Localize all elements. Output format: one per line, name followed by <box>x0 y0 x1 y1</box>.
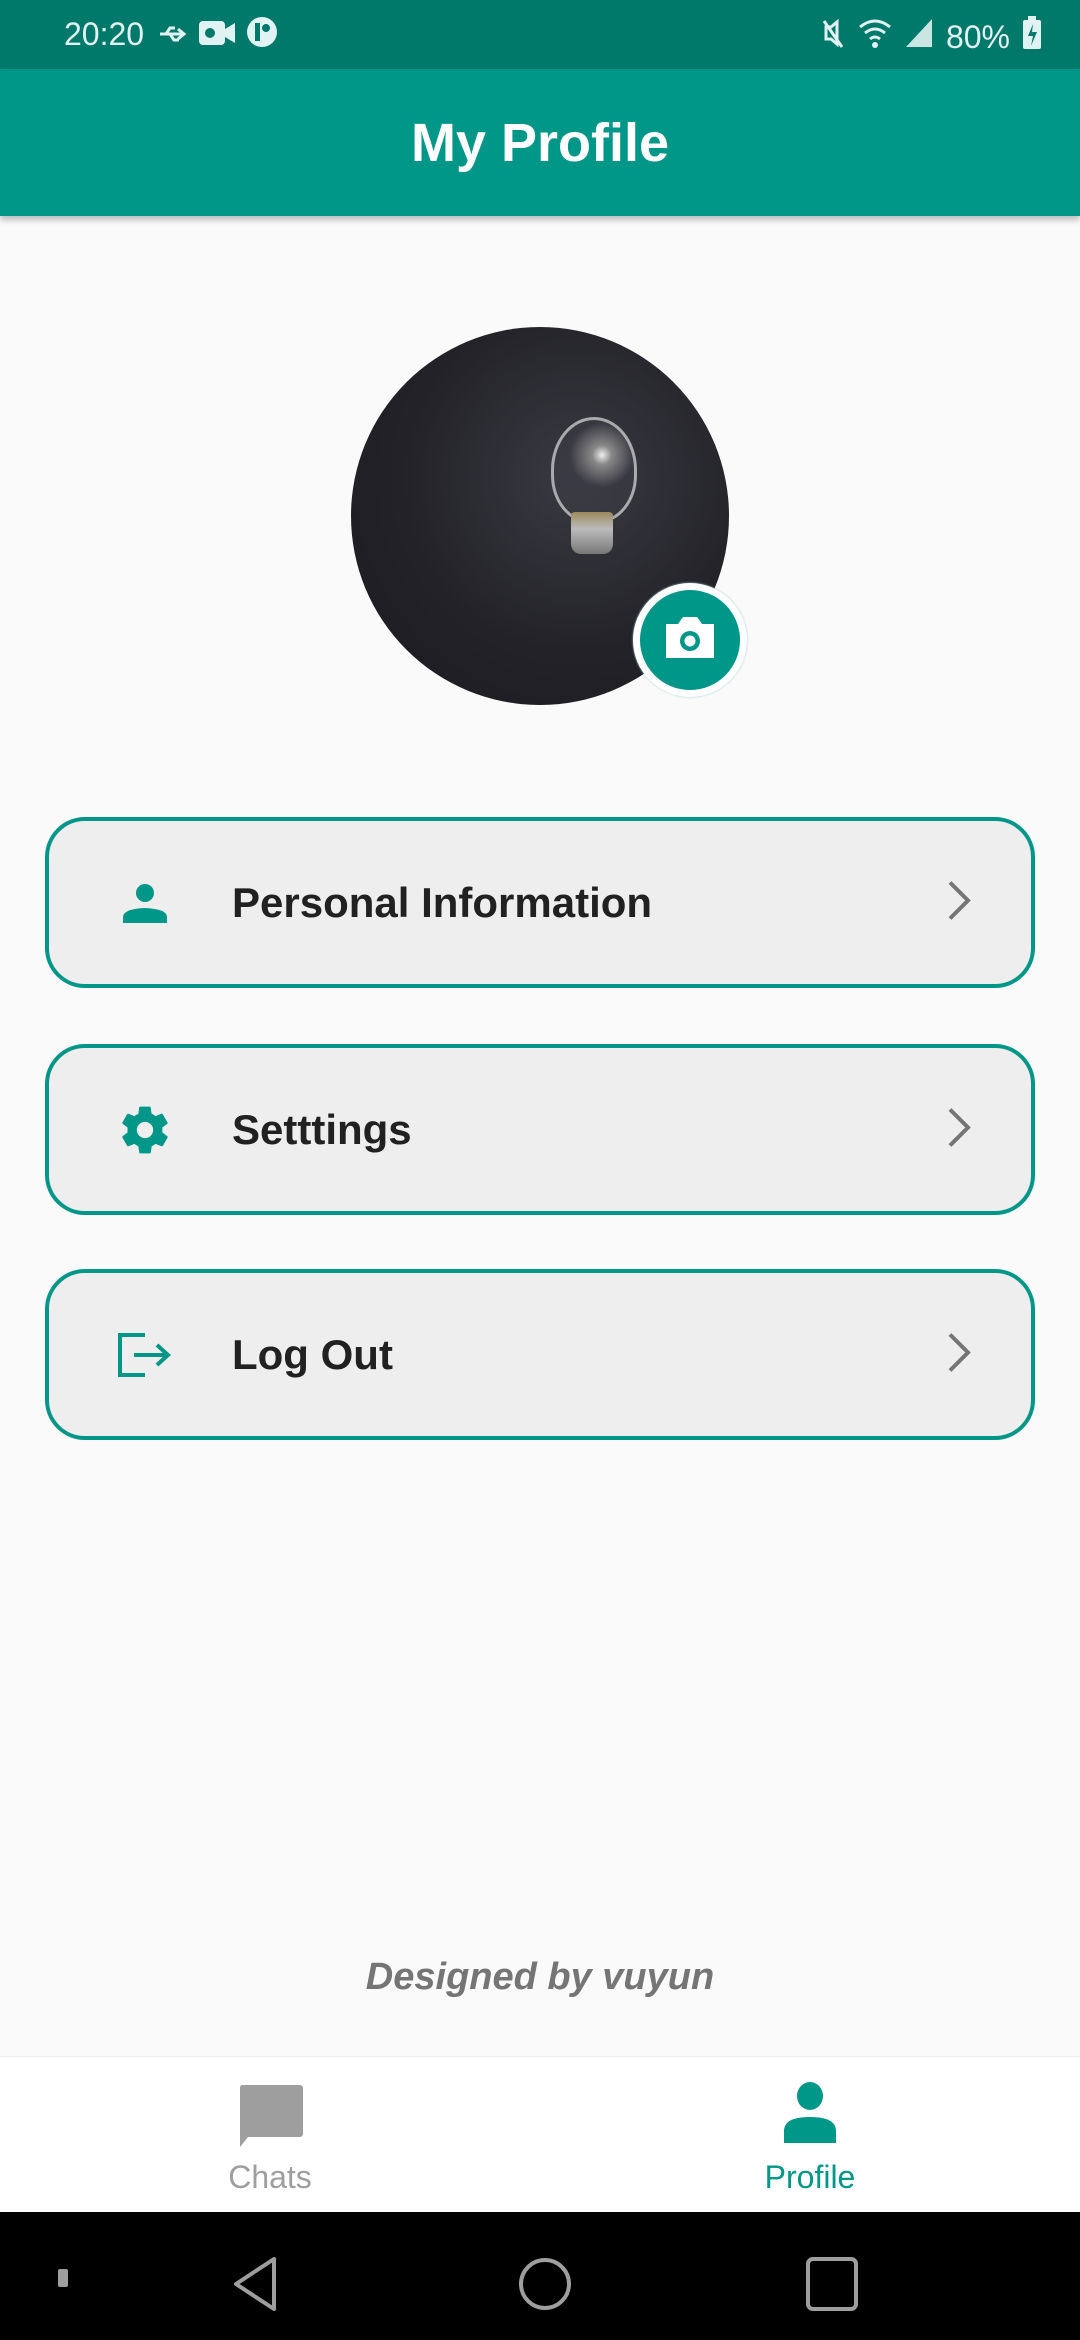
home-icon[interactable] <box>517 2256 573 2317</box>
camera-icon <box>662 614 718 667</box>
wifi-icon <box>858 17 892 57</box>
status-bar: 20:20 80% <box>0 0 1080 69</box>
menu-item-label: Log Out <box>232 1330 393 1378</box>
system-navigation-bar <box>0 2212 1080 2340</box>
designer-credit: Designed by vuyun <box>365 1956 715 1998</box>
lightbulb-base <box>571 512 613 554</box>
app-bar: My Profile <box>0 69 1080 216</box>
change-photo-button[interactable] <box>633 583 747 697</box>
battery-charging-icon <box>1022 16 1042 58</box>
nav-label: Chats <box>228 2159 312 2195</box>
mute-vibrate-icon <box>822 17 846 57</box>
nav-tab-profile[interactable]: Profile <box>540 2057 1080 2213</box>
chevron-right-icon <box>947 876 971 929</box>
person-icon <box>115 873 175 933</box>
back-icon[interactable] <box>230 2256 280 2317</box>
logout-icon <box>115 1325 175 1385</box>
status-time: 20:20 <box>64 16 145 52</box>
gear-icon <box>115 1100 175 1160</box>
chevron-right-icon <box>947 1328 971 1381</box>
nav-tab-chats[interactable]: Chats <box>0 2057 540 2213</box>
bottom-navigation: Chats Profile <box>0 2056 1080 2213</box>
lightbulb-image <box>551 417 637 523</box>
notification-app-icon <box>246 16 278 56</box>
chevron-right-icon <box>947 1103 971 1156</box>
menu-item-label: Personal Information <box>232 878 653 926</box>
menu-item-label: Setttings <box>232 1105 412 1153</box>
menu-item-settings[interactable]: Setttings <box>45 1044 1035 1215</box>
menu-item-personal-information[interactable]: Personal Information <box>45 817 1035 988</box>
page-title: My Profile <box>410 112 670 173</box>
video-camera-icon <box>198 18 236 55</box>
menu-item-log-out[interactable]: Log Out <box>45 1269 1035 1440</box>
menu-dot-icon[interactable] <box>58 2269 68 2292</box>
signal-icon <box>904 17 934 57</box>
nav-label: Profile <box>764 2159 856 2195</box>
chat-bubble-icon <box>236 2081 304 2154</box>
person-icon <box>782 2081 838 2148</box>
battery-text: 80% <box>945 18 1010 55</box>
usb-icon <box>158 18 188 55</box>
recents-icon[interactable] <box>805 2256 859 2317</box>
